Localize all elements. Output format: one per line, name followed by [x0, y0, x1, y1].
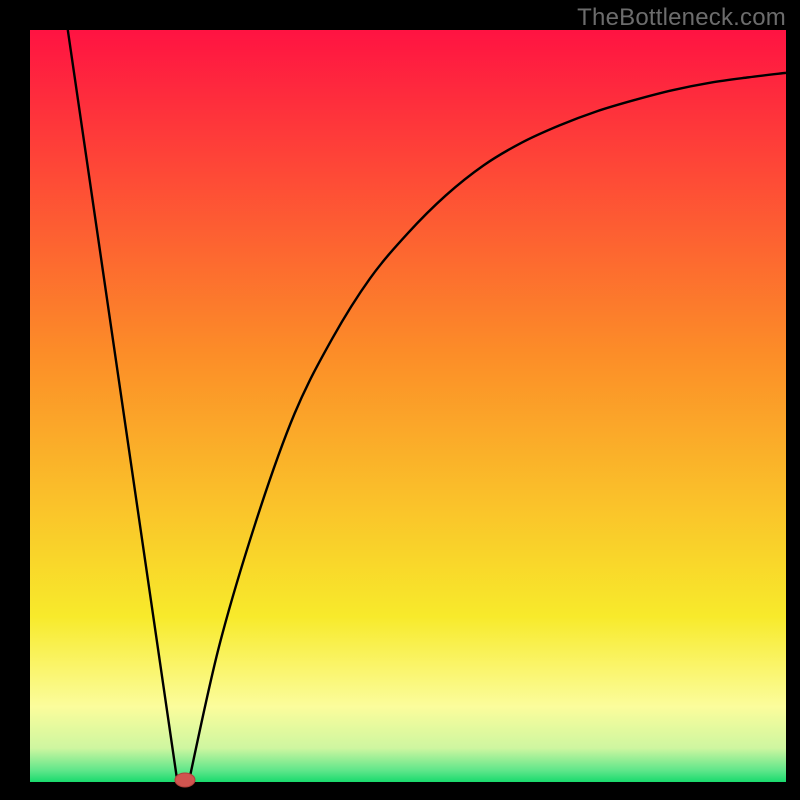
gradient-background — [30, 30, 786, 782]
chart-frame: TheBottleneck.com — [0, 0, 800, 800]
bottleneck-chart — [0, 0, 800, 800]
watermark-text: TheBottleneck.com — [577, 4, 786, 32]
marker-dot — [175, 773, 195, 787]
